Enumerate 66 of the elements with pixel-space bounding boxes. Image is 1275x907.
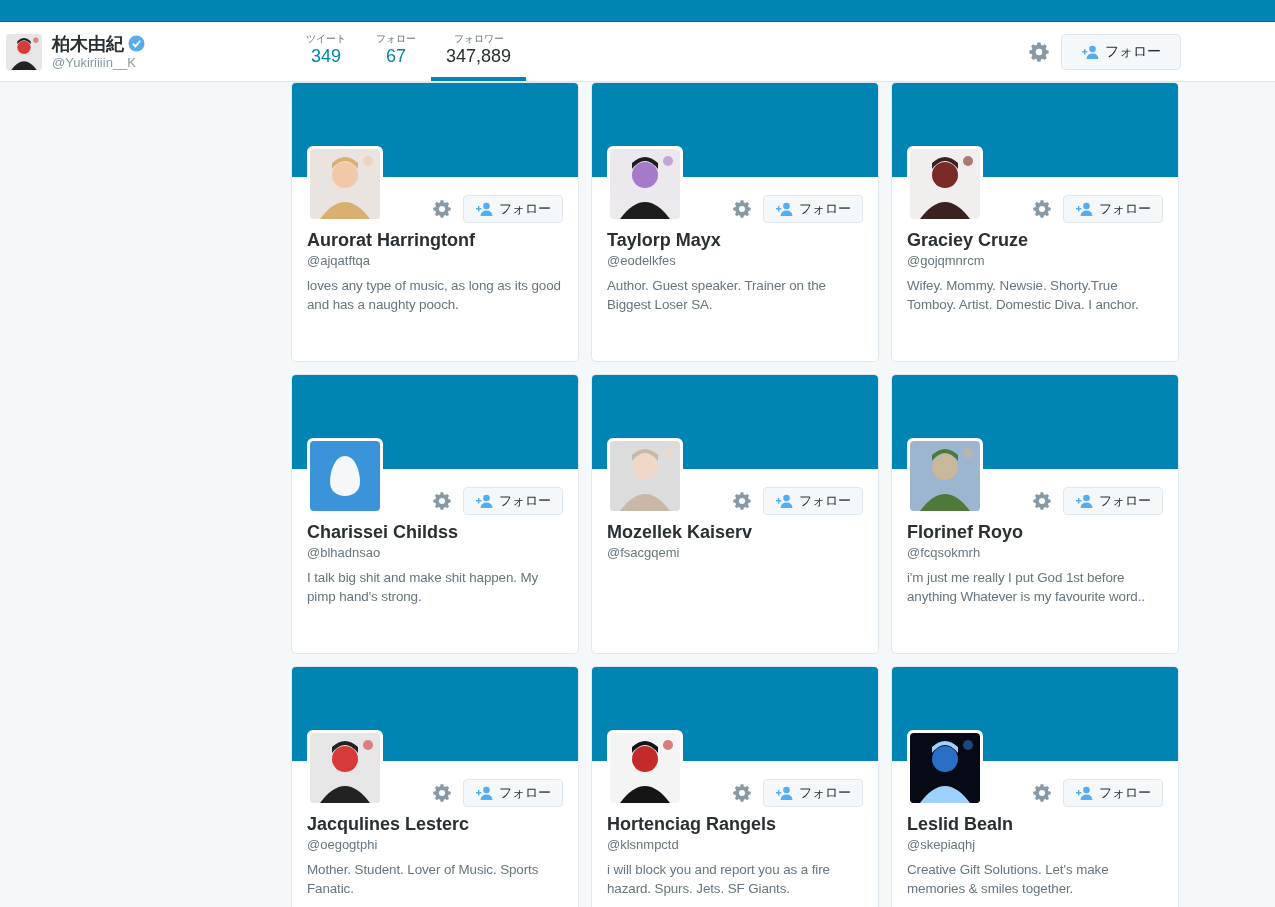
user-name[interactable]: Hortenciag Rangels <box>607 813 863 835</box>
user-handle[interactable]: @eodelkfes <box>607 252 863 270</box>
settings-icon[interactable] <box>1033 492 1051 510</box>
follow-button[interactable]: フォロー <box>763 779 863 807</box>
follow-button[interactable]: フォロー <box>463 487 563 515</box>
user-handle[interactable]: @ajqatftqa <box>307 252 563 270</box>
avatar[interactable] <box>907 730 983 806</box>
follow-button[interactable]: フォロー <box>1063 779 1163 807</box>
avatar[interactable] <box>307 730 383 806</box>
user-bio: I talk big shit and make shit happen. My pimp hand's strong. <box>307 569 540 606</box>
avatar[interactable] <box>607 146 683 222</box>
user-bio: Wifey. Mommy. Newsie. Shorty.True Tomboy. Artist. Domestic Diva. I anchor. <box>907 277 1140 314</box>
user-bio: i'm just me really I put God 1st before anything Whatever is my favourite word.. <box>907 569 1146 606</box>
user-handle[interactable]: @gojqmnrcm <box>907 252 1163 270</box>
follow-button[interactable]: フォロー <box>763 487 863 515</box>
add-user-icon <box>775 494 793 508</box>
user-handle[interactable]: @oegogtphi <box>307 836 563 854</box>
add-user-icon <box>1075 202 1093 216</box>
add-user-icon <box>1081 44 1099 59</box>
user-name[interactable]: Florinef Royo <box>907 521 1163 543</box>
follow-button[interactable]: フォロー <box>1063 195 1163 223</box>
user-handle[interactable]: @blhadnsao <box>307 544 563 562</box>
user-bio: Author. Guest speaker. Trainer on the Biggest Loser SA. <box>607 277 827 314</box>
settings-icon[interactable] <box>1033 200 1051 218</box>
add-user-icon <box>475 202 493 216</box>
user-bio: i will block you and report you as a fire hazard. Spurs. Jets. SF Giants. <box>607 861 831 898</box>
add-user-icon <box>1075 786 1093 800</box>
add-user-icon <box>475 786 493 800</box>
user-handle[interactable]: @fsacgqemi <box>607 544 863 562</box>
stat-tab[interactable]: ツイート 349 <box>291 22 361 81</box>
user-bio: Creative Gift Solutions. Let's make memories & smiles together. <box>907 861 1110 898</box>
add-user-icon <box>1075 494 1093 508</box>
settings-icon[interactable] <box>433 492 451 510</box>
user-name[interactable]: Aurorat Harringtonf <box>307 229 563 251</box>
settings-icon[interactable] <box>733 200 751 218</box>
profile-name[interactable]: 柏木由紀 <box>52 32 124 55</box>
follow-button[interactable]: フォロー <box>763 195 863 223</box>
profile-avatar[interactable] <box>6 33 42 70</box>
follow-button[interactable]: フォロー <box>463 195 563 223</box>
follow-button[interactable]: フォロー <box>463 779 563 807</box>
follow-button[interactable]: フォロー <box>1061 33 1181 70</box>
follow-button[interactable]: フォロー <box>1063 487 1163 515</box>
settings-icon[interactable] <box>733 492 751 510</box>
user-name[interactable]: Charissei Childss <box>307 521 563 543</box>
user-bio: loves any type of music, as long as its good and has a naughty pooch. <box>307 277 562 314</box>
user-name[interactable]: Jacqulines Lesterc <box>307 813 563 835</box>
stat-tab[interactable]: フォロー 67 <box>361 22 431 81</box>
user-bio: Mother. Student. Lover of Music. Sports Fanatic. <box>307 861 540 898</box>
egg-icon <box>329 455 361 497</box>
user-name[interactable]: Taylorp Mayx <box>607 229 863 251</box>
settings-icon[interactable] <box>1029 41 1049 62</box>
user-name[interactable]: Leslid Bealn <box>907 813 1163 835</box>
settings-icon[interactable] <box>433 784 451 802</box>
settings-icon[interactable] <box>1033 784 1051 802</box>
user-handle[interactable]: @fcqsokmrh <box>907 544 1163 562</box>
user-handle[interactable]: @skepiaqhj <box>907 836 1163 854</box>
avatar[interactable] <box>607 730 683 806</box>
settings-icon[interactable] <box>733 784 751 802</box>
user-name[interactable]: Mozellek Kaiserv <box>607 521 863 543</box>
settings-icon[interactable] <box>433 200 451 218</box>
add-user-icon <box>775 786 793 800</box>
avatar[interactable] <box>907 146 983 222</box>
add-user-icon <box>775 202 793 216</box>
user-handle[interactable]: @klsnmpctd <box>607 836 863 854</box>
user-name[interactable]: Graciey Cruze <box>907 229 1163 251</box>
add-user-icon <box>475 494 493 508</box>
